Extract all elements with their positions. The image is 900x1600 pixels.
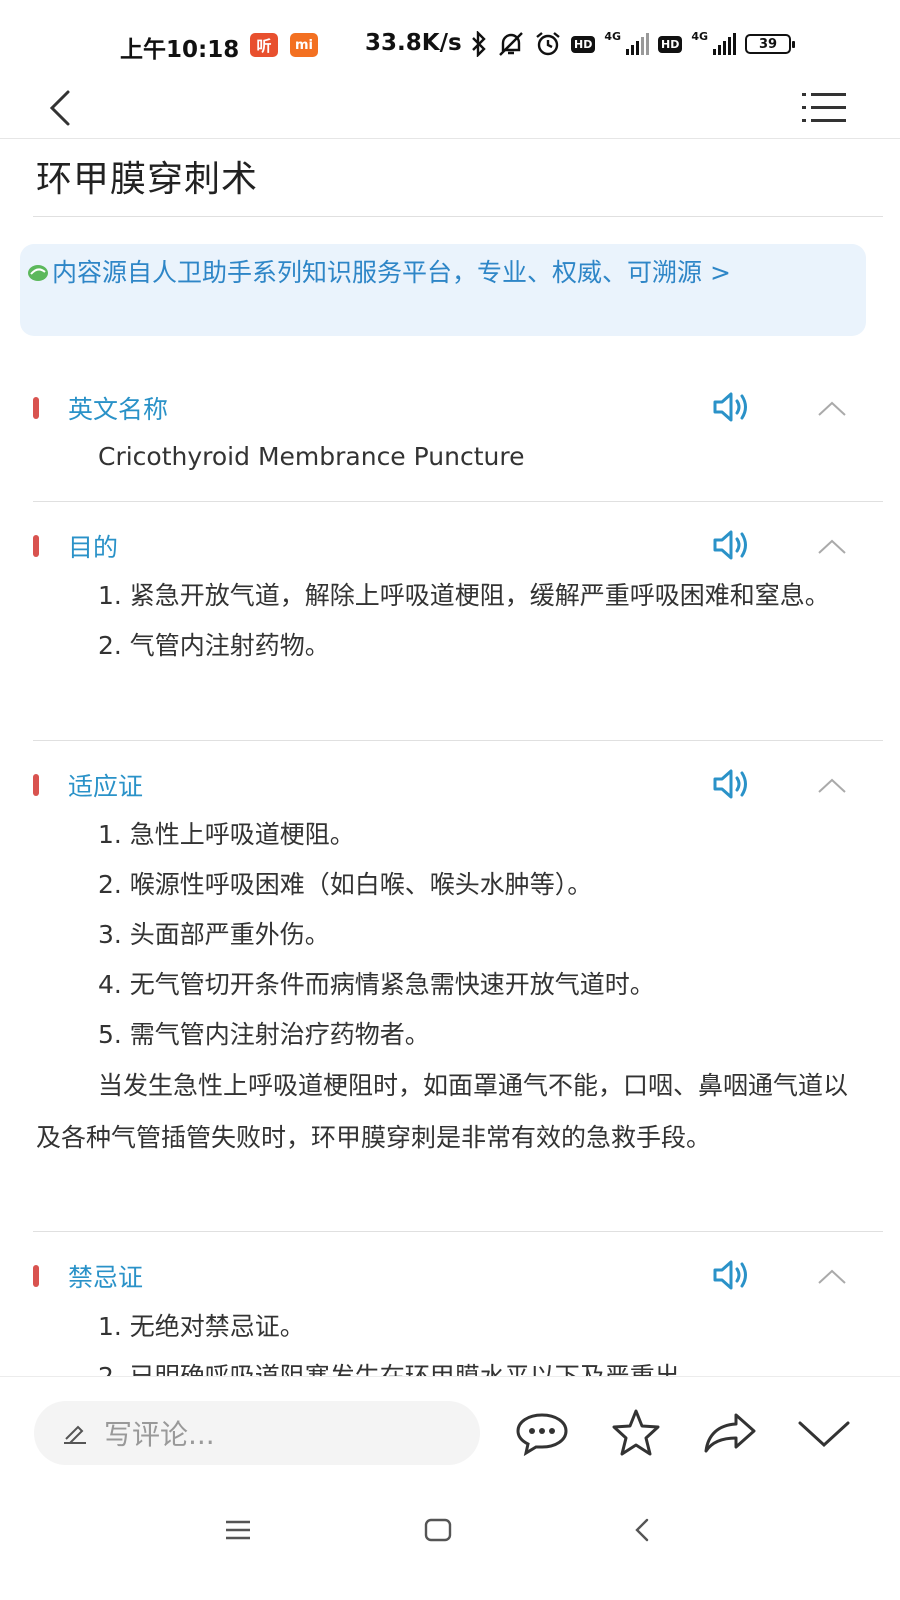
signal-1-icon <box>626 33 650 55</box>
hd-badge-2: HD <box>658 35 683 53</box>
collapse-button[interactable] <box>816 775 848 797</box>
status-time: 上午10:18 <box>120 37 240 63</box>
paragraph: 3. 头面部严重外伤。 <box>98 920 330 949</box>
chevron-down-icon <box>798 1421 850 1448</box>
section-divider <box>33 501 883 502</box>
title-divider <box>33 216 883 217</box>
ting-app-icon: 听 <box>250 33 278 57</box>
pencil-icon <box>64 1425 86 1444</box>
platform-logo-icon <box>28 265 48 281</box>
speaker-icon <box>713 1260 747 1290</box>
speaker-button[interactable] <box>712 528 752 562</box>
speaker-icon <box>713 769 747 799</box>
share-arrow-icon <box>704 1413 756 1453</box>
paragraph: 4. 无气管切开条件而病情紧急需快速开放气道时。 <box>98 970 655 999</box>
paragraph: 2. 气管内注射药物。 <box>98 631 330 660</box>
section-marker <box>33 535 39 557</box>
list-menu-icon <box>802 93 846 122</box>
section-body-english-name: Cricothyroid Membrance Puncture <box>36 433 856 481</box>
source-banner-text: 内容源自人卫助手系列知识服务平台，专业、权威、可溯源 > <box>52 258 731 287</box>
alarm-icon <box>536 32 560 56</box>
comment-bar: 写评论... <box>0 1376 900 1489</box>
section-title-english-name: 英文名称 <box>68 395 169 424</box>
section-title-contraindications: 禁忌证 <box>68 1263 144 1292</box>
comments-button[interactable] <box>514 1407 570 1459</box>
star-icon <box>612 1409 660 1456</box>
status-bar: 上午10:18 听 mi 33.8K/s HD 4G HD 4G 39 <box>0 0 900 80</box>
system-back-button[interactable] <box>622 1510 662 1550</box>
chevron-up-icon <box>818 778 846 793</box>
section-marker <box>33 397 39 419</box>
speaker-button[interactable] <box>712 767 752 801</box>
bluetooth-icon <box>472 31 486 57</box>
network-speed: 33.8K/s <box>365 30 462 56</box>
back-button[interactable] <box>40 86 84 130</box>
comment-placeholder: 写评论... <box>104 1418 215 1451</box>
mute-bell-icon <box>499 32 523 56</box>
paragraph: 1. 紧急开放气道，解除上呼吸道梗阻，缓解严重呼吸困难和窒息。 <box>98 581 830 610</box>
battery-icon: 39 <box>745 34 796 54</box>
hamburger-icon <box>226 1520 250 1540</box>
collapse-button[interactable] <box>816 398 848 420</box>
speaker-icon <box>713 392 747 422</box>
section-divider <box>33 740 883 741</box>
section-divider <box>33 1231 883 1232</box>
more-button[interactable] <box>796 1407 852 1459</box>
chevron-left-icon <box>635 1518 649 1542</box>
favorite-button[interactable] <box>608 1407 664 1459</box>
paragraph: 2. 喉源性呼吸困难（如白喉、喉头水肿等）。 <box>98 870 593 899</box>
paragraph: 1. 无绝对禁忌证。 <box>98 1312 305 1341</box>
menu-button[interactable] <box>802 90 846 126</box>
chevron-up-icon <box>818 1269 846 1284</box>
section-marker <box>33 1265 39 1287</box>
system-navigation-bar <box>0 1488 900 1600</box>
collapse-button[interactable] <box>816 536 848 558</box>
section-title-indications: 适应证 <box>68 772 144 801</box>
chevron-up-icon <box>818 401 846 416</box>
recents-button[interactable] <box>218 1510 258 1550</box>
collapse-button[interactable] <box>816 1266 848 1288</box>
nav-bar <box>0 80 900 139</box>
paragraph: 5. 需气管内注射治疗药物者。 <box>98 1020 430 1049</box>
chevron-left-icon <box>49 90 70 126</box>
paragraph: 当发生急性上呼吸道梗阻时，如面罩通气不能，口咽、鼻咽通气道以及各种气管插管失败时… <box>36 1071 849 1152</box>
section-marker <box>33 774 39 796</box>
share-button[interactable] <box>702 1407 758 1459</box>
section-body-purpose: 1. 紧急开放气道，解除上呼吸道梗阻，缓解严重呼吸困难和窒息。 2. 气管内注射… <box>36 571 856 671</box>
network-type-1: 4G <box>604 29 622 43</box>
chevron-up-icon <box>818 539 846 554</box>
hd-badge-1: HD <box>571 35 596 53</box>
comment-bubble-icon <box>516 1413 568 1457</box>
square-icon <box>424 1518 452 1542</box>
article-page: 上午10:18 听 mi 33.8K/s HD 4G HD 4G 39 环甲膜穿… <box>0 0 900 1600</box>
comment-input[interactable]: 写评论... <box>34 1401 480 1465</box>
speaker-icon <box>713 530 747 560</box>
page-title: 环甲膜穿刺术 <box>36 159 259 200</box>
section-body-indications: 1. 急性上呼吸道梗阻。 2. 喉源性呼吸困难（如白喉、喉头水肿等）。 3. 头… <box>36 810 856 1164</box>
source-banner[interactable]: 内容源自人卫助手系列知识服务平台，专业、权威、可溯源 > <box>20 244 866 336</box>
speaker-button[interactable] <box>712 390 752 424</box>
home-button[interactable] <box>418 1510 458 1550</box>
mi-app-icon: mi <box>290 33 318 57</box>
speaker-button[interactable] <box>712 1258 752 1292</box>
status-icons: HD 4G HD 4G 39 <box>470 29 796 57</box>
section-title-purpose: 目的 <box>68 533 119 562</box>
battery-level: 39 <box>759 36 778 52</box>
signal-2-icon <box>713 33 737 55</box>
network-type-2: 4G <box>691 29 709 43</box>
paragraph: Cricothyroid Membrance Puncture <box>98 442 525 471</box>
paragraph: 1. 急性上呼吸道梗阻。 <box>98 820 355 849</box>
